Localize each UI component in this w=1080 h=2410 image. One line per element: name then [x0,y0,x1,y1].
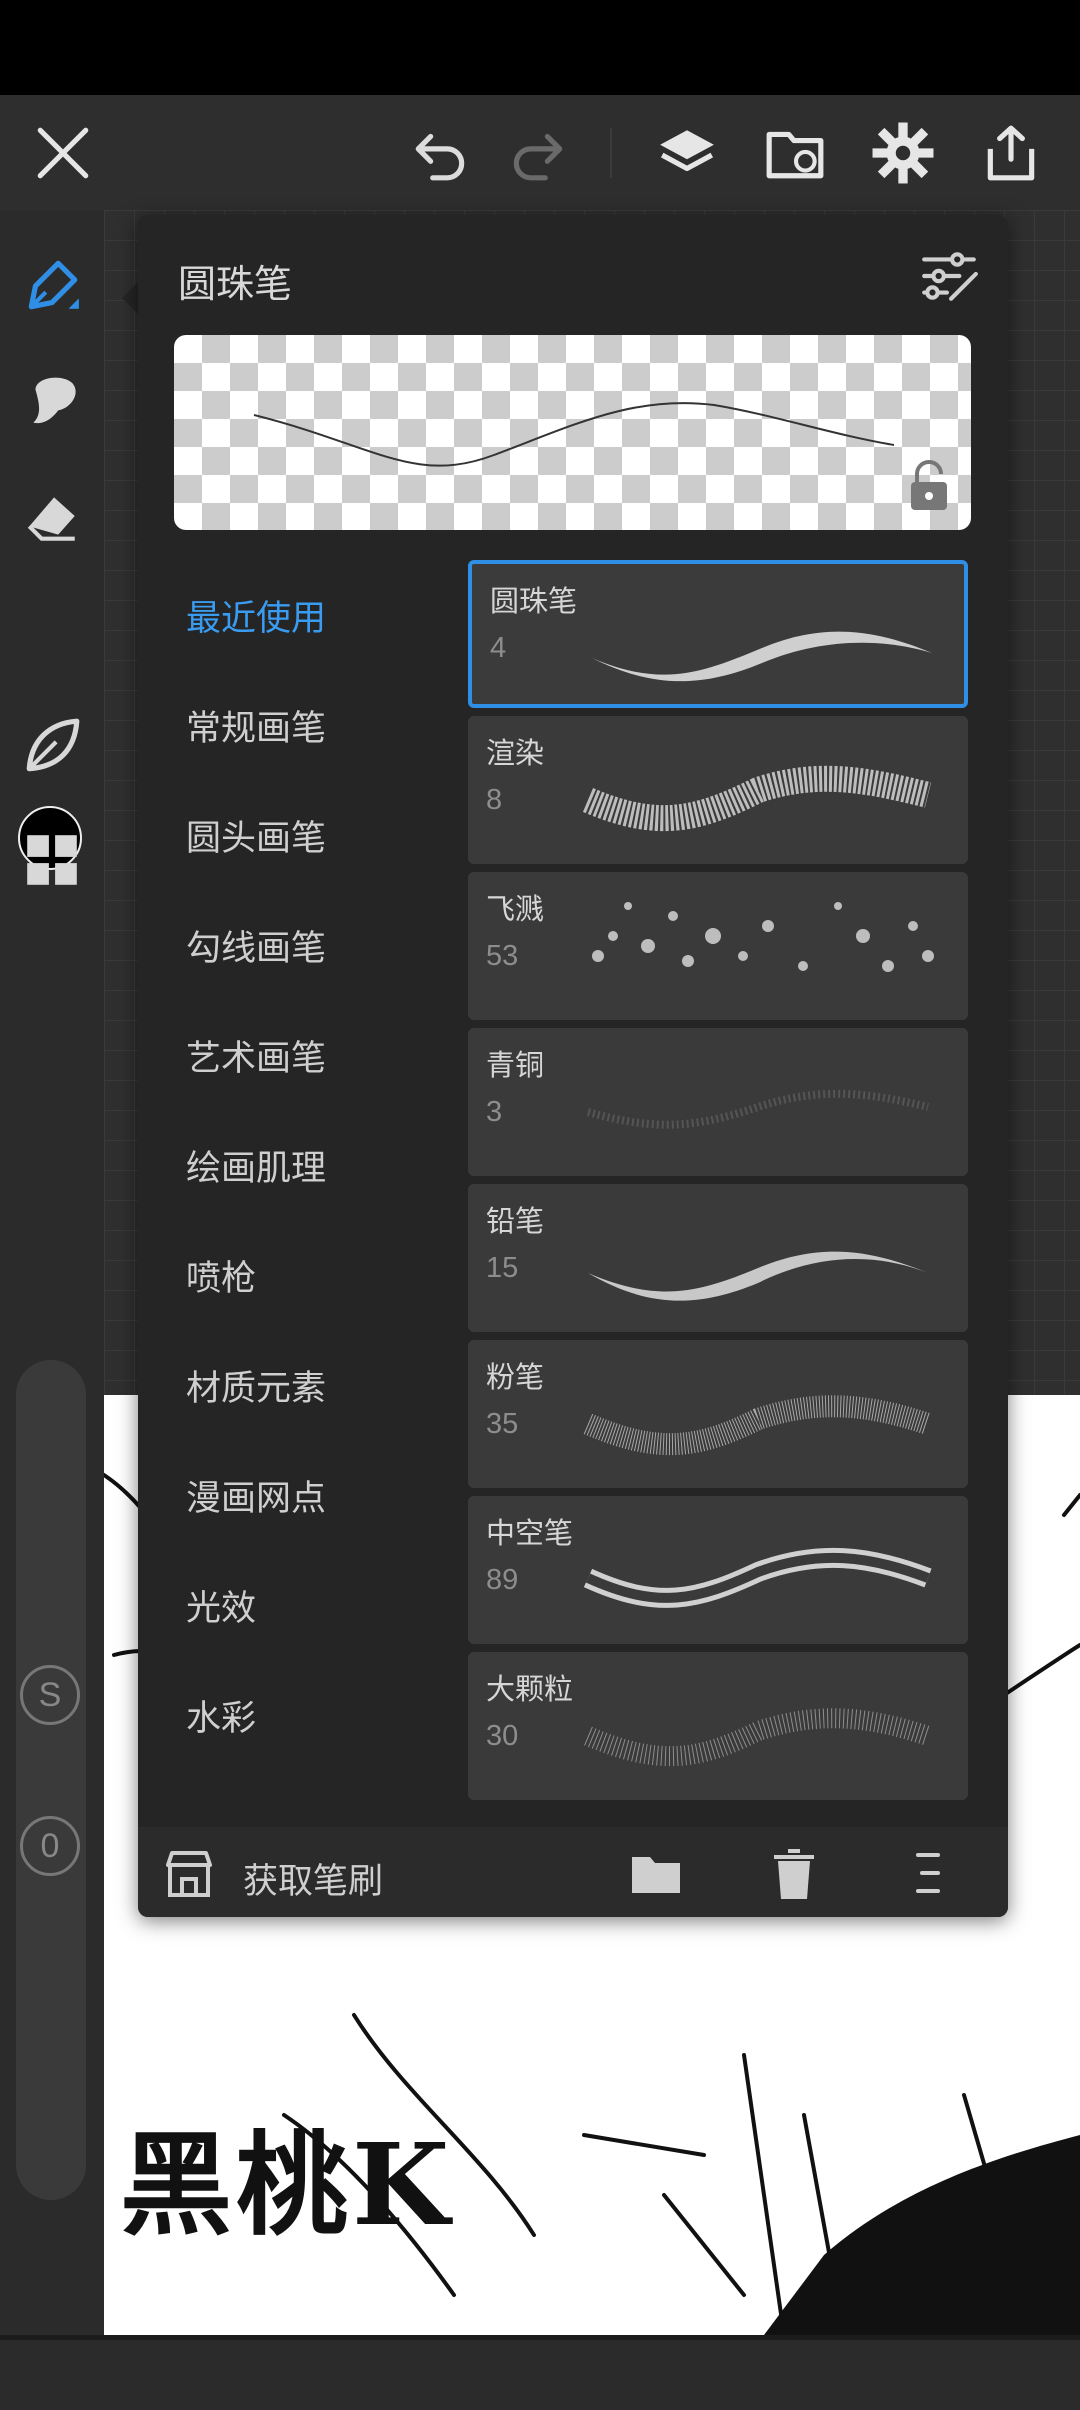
brush-stroke-thumbnail [583,1547,932,1608]
category-watercolor[interactable]: 水彩 [186,1690,256,1741]
category-light[interactable]: 光效 [186,1580,256,1631]
brush-item[interactable]: 大颗粒 30 [468,1652,968,1800]
brush-size: 30 [486,1720,519,1752]
smudge-tool[interactable] [14,362,90,438]
brush-item[interactable]: 青铜 3 [468,1028,968,1176]
brush-name: 渲染 [486,736,545,770]
leaf-tool[interactable] [14,708,90,784]
get-brushes-link[interactable]: 获取笔刷 [243,1853,383,1904]
layers-icon [660,130,714,172]
undo-button[interactable] [408,120,474,186]
trash-icon[interactable] [766,1847,822,1901]
toolbar-separator [610,128,612,178]
brush-settings-button[interactable] [918,245,980,307]
brush-item[interactable]: 中空笔 89 [468,1496,968,1644]
category-airbrush[interactable]: 喷枪 [186,1250,256,1301]
smudge-icon [33,377,76,424]
brush-size: 8 [486,784,503,816]
brush-size: 53 [486,940,519,972]
folder-refresh-icon [766,131,824,179]
brush-name: 大颗粒 [486,1672,574,1706]
brush-size: 3 [486,1096,503,1128]
brush-item[interactable]: 粉笔 35 [468,1340,968,1488]
share-icon [987,125,1035,181]
layers-button[interactable] [654,120,720,186]
category-artistic[interactable]: 艺术画笔 [186,1030,326,1081]
slider-rail[interactable] [16,1360,86,2200]
brush-name: 粉笔 [486,1360,545,1394]
brush-stroke-thumbnail [582,765,932,832]
grid-icon [27,835,77,885]
leaf-icon [26,718,80,772]
brush-stroke-thumbnail [583,1395,932,1456]
panel-title: 圆珠笔 [178,262,293,306]
brush-stroke-preview[interactable] [174,335,971,530]
category-lineart[interactable]: 勾线画笔 [186,920,326,971]
settings-button[interactable] [870,120,936,186]
brush-size: 89 [486,1564,519,1596]
brush-size: 35 [486,1408,519,1440]
bottom-edge [0,2335,1080,2340]
brush-item[interactable]: 飞溅 53 [468,872,968,1020]
brush-size: 4 [490,632,507,664]
category-material[interactable]: 材质元素 [186,1360,326,1411]
store-icon[interactable] [162,1847,216,1901]
gear-icon [872,122,934,184]
import-button[interactable] [762,120,828,186]
redo-button[interactable] [504,120,570,186]
folder-icon[interactable] [628,1847,684,1901]
eraser-icon [27,497,75,541]
brush-tool[interactable] [14,248,90,324]
grid-tool[interactable] [14,822,90,898]
close-button[interactable] [30,120,96,186]
share-button[interactable] [978,120,1044,186]
sliders-icon [922,252,978,301]
brush-stroke-thumbnail [584,1708,932,1767]
brush-library-panel: 圆珠笔 最近使用 常规画笔 圆头画笔 勾线画笔 艺术画笔 绘画肌理 喷枪 材质元… [138,215,1008,1917]
brush-name: 圆珠笔 [490,584,578,618]
brush-item[interactable]: 铅笔 15 [468,1184,968,1332]
category-screentone[interactable]: 漫画网点 [186,1470,326,1521]
category-recent[interactable]: 最近使用 [186,590,326,641]
opacity-badge-display: 0 [20,1816,80,1876]
canvas-title-text: 黑桃K [120,2120,454,2251]
pen-nib-icon [28,260,79,310]
lock-icon[interactable] [907,460,951,512]
preview-stroke [253,402,895,467]
brush-stroke-thumbnail [586,1089,929,1129]
eraser-tool[interactable] [14,478,90,554]
brush-stroke-thumbnail [592,902,934,972]
category-round[interactable]: 圆头画笔 [186,810,326,861]
size-badge-display: S [20,1665,80,1725]
sort-menu-icon[interactable] [900,1847,956,1901]
brush-name: 青铜 [486,1048,545,1082]
status-bar [0,0,1080,95]
brush-size: 15 [486,1252,519,1284]
brush-name: 铅笔 [486,1204,545,1238]
brush-stroke-thumbnail [592,631,932,682]
undo-icon [415,133,465,181]
brush-name: 中空笔 [486,1516,574,1550]
redo-icon [513,133,563,181]
brush-name: 飞溅 [486,892,545,926]
brush-item[interactable]: 渲染 8 [468,716,968,864]
brush-item[interactable]: 圆珠笔 4 [468,560,968,708]
brush-stroke-thumbnail [588,1251,928,1301]
category-texture[interactable]: 绘画肌理 [186,1140,326,1191]
category-general[interactable]: 常规画笔 [186,700,326,751]
close-icon [37,127,89,179]
panel-footer: 获取笔刷 [138,1827,1008,1917]
